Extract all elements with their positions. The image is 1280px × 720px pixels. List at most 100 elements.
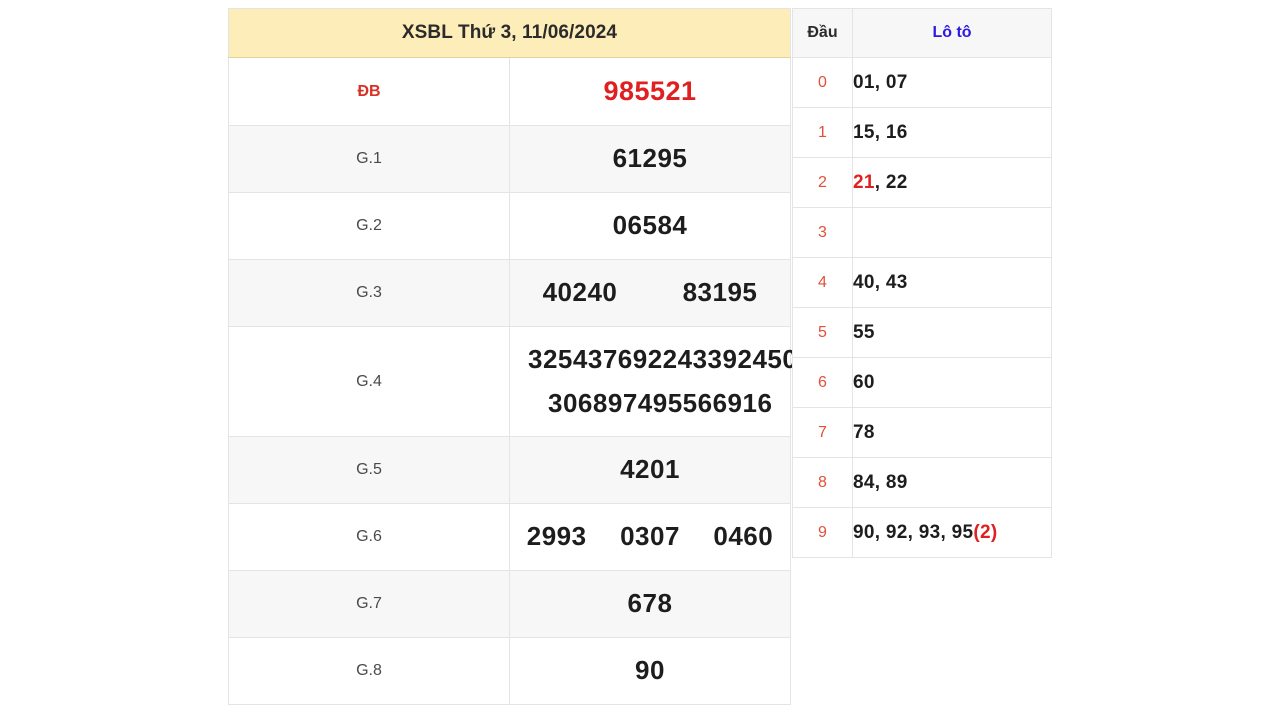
loto-dau-value: 1 bbox=[792, 107, 853, 158]
loto-header-dau: Đầu bbox=[792, 8, 853, 58]
prize-rows-container: ĐB 985521 G.1 61295 G.2 06584 G.3 40240 83195 G.4… bbox=[228, 57, 827, 705]
loto-numbers: 15, 16 bbox=[852, 107, 1052, 158]
loto-row: 8 84, 89 bbox=[792, 457, 1052, 508]
prize-values: 985521 bbox=[509, 57, 791, 126]
loto-dau-value: 2 bbox=[792, 157, 853, 208]
loto-rest-numbers: , 22 bbox=[874, 171, 908, 193]
prize-values: 06584 bbox=[509, 192, 791, 260]
loto-number-text: 90, 92, 93, 95 bbox=[853, 521, 974, 543]
prize-number: 4201 bbox=[620, 454, 680, 485]
prize-number: 61295 bbox=[612, 143, 688, 174]
prize-number: 83195 bbox=[682, 277, 758, 308]
prize-number-line: 678 bbox=[510, 588, 790, 619]
prize-number-line: 90 bbox=[510, 655, 790, 686]
loto-row: 9 90, 92, 93, 95(2) bbox=[792, 507, 1052, 558]
loto-highlight-number: 21 bbox=[853, 171, 875, 193]
result-header-row: XSBL Thứ 3, 11/06/2024 bbox=[228, 8, 791, 58]
loto-header-row: Đầu Lô tô bbox=[792, 8, 1052, 58]
loto-dau-value: 9 bbox=[792, 507, 853, 558]
loto-row: 2 21, 22 bbox=[792, 157, 1052, 208]
loto-duplicate-count: (2) bbox=[973, 521, 998, 543]
loto-dau-value: 4 bbox=[792, 257, 853, 308]
prize-label: G.6 bbox=[228, 503, 510, 571]
prize-number-line: 2993 0307 0460 bbox=[510, 521, 790, 552]
loto-number-text: 55 bbox=[853, 321, 875, 343]
prize-number: 66916 bbox=[697, 387, 773, 418]
loto-numbers: 01, 07 bbox=[852, 57, 1052, 108]
prize-label: ĐB bbox=[228, 57, 510, 126]
prize-values: 32543 76922 43392 45015 30689 74955 66916 bbox=[509, 326, 827, 437]
prize-number-line: 30689 74955 66916 bbox=[510, 387, 790, 419]
loto-row: 7 78 bbox=[792, 407, 1052, 458]
loto-number-text: 15, 16 bbox=[853, 121, 908, 143]
loto-row: 5 55 bbox=[792, 307, 1052, 358]
loto-dau-value: 8 bbox=[792, 457, 853, 508]
prize-label: G.3 bbox=[228, 259, 510, 327]
prize-values: 2993 0307 0460 bbox=[509, 503, 791, 571]
prize-number: 678 bbox=[627, 588, 673, 619]
loto-dau-value: 0 bbox=[792, 57, 853, 108]
loto-numbers: 21, 22 bbox=[852, 157, 1052, 208]
prize-number: 40240 bbox=[542, 277, 618, 308]
prize-values: 4201 bbox=[509, 436, 791, 504]
prize-number: 76922 bbox=[602, 343, 678, 374]
prize-result-table: XSBL Thứ 3, 11/06/2024 ĐB 985521 G.1 61295 G… bbox=[228, 8, 827, 705]
prize-number: 32543 bbox=[528, 343, 603, 374]
loto-number-text: 84, 89 bbox=[853, 471, 908, 493]
loto-numbers: 55 bbox=[852, 307, 1052, 358]
loto-table-body: Đầu Lô tô bbox=[792, 8, 1052, 58]
loto-dau-value: 5 bbox=[792, 307, 853, 358]
prize-label: G.8 bbox=[228, 637, 510, 705]
prize-number-stack: 32543 76922 43392 45015 30689 74955 66916 bbox=[510, 341, 827, 423]
prize-number: 0307 bbox=[620, 521, 680, 552]
loto-row: 3 bbox=[792, 207, 1052, 258]
loto-row: 0 01, 07 bbox=[792, 57, 1052, 108]
loto-row: 1 15, 16 bbox=[792, 107, 1052, 158]
prize-number-line: 61295 bbox=[510, 143, 790, 174]
prize-label: G.2 bbox=[228, 192, 510, 260]
prize-row: G.6 2993 0307 0460 bbox=[228, 503, 791, 571]
prize-label: G.5 bbox=[228, 436, 510, 504]
prize-values: 90 bbox=[509, 637, 791, 705]
loto-number-text: 78 bbox=[853, 421, 875, 443]
prize-number: 90 bbox=[635, 655, 665, 686]
prize-number: 43392 bbox=[677, 343, 753, 374]
prize-number: 985521 bbox=[603, 75, 697, 106]
prize-row: G.5 4201 bbox=[228, 436, 791, 504]
result-page: XSBL Thứ 3, 11/06/2024 ĐB 985521 G.1 61295 G… bbox=[0, 0, 1280, 720]
loto-number-text: 40, 43 bbox=[853, 271, 908, 293]
loto-dau-value: 6 bbox=[792, 357, 853, 408]
loto-numbers bbox=[852, 207, 1052, 258]
loto-dau-value: 7 bbox=[792, 407, 853, 458]
prize-row: G.8 90 bbox=[228, 637, 791, 705]
prize-values: 40240 83195 bbox=[509, 259, 791, 327]
loto-number-text: 01, 07 bbox=[853, 71, 908, 93]
loto-numbers: 78 bbox=[852, 407, 1052, 458]
loto-numbers: 40, 43 bbox=[852, 257, 1052, 308]
page-title: XSBL Thứ 3, 11/06/2024 bbox=[228, 8, 791, 58]
prize-number-line: 985521 bbox=[510, 76, 790, 107]
prize-values: 61295 bbox=[509, 125, 791, 193]
prize-number: 30689 bbox=[548, 387, 623, 418]
prize-number-line: 40240 83195 bbox=[510, 277, 790, 308]
prize-number-line: 06584 bbox=[510, 210, 790, 241]
prize-number-line: 4201 bbox=[510, 454, 790, 485]
prize-row: G.3 40240 83195 bbox=[228, 259, 791, 327]
prize-row: G.7 678 bbox=[228, 570, 791, 638]
prize-number: 0460 bbox=[713, 521, 774, 552]
prize-number-line: 32543 76922 43392 45015 bbox=[510, 343, 827, 375]
loto-summary-table: Đầu Lô tô 0 01, 07 1 15, 16 2 21, 22 3 4 40, 43 5… bbox=[792, 8, 1052, 558]
loto-numbers: 84, 89 bbox=[852, 457, 1052, 508]
prize-row: ĐB 985521 bbox=[228, 57, 791, 126]
prize-label: G.1 bbox=[228, 125, 510, 193]
loto-numbers: 90, 92, 93, 95(2) bbox=[852, 507, 1052, 558]
prize-number: 2993 bbox=[526, 521, 587, 552]
loto-dau-value: 3 bbox=[792, 207, 853, 258]
loto-number-text: 60 bbox=[853, 371, 875, 393]
prize-row: G.1 61295 bbox=[228, 125, 791, 193]
loto-row: 4 40, 43 bbox=[792, 257, 1052, 308]
prize-values: 678 bbox=[509, 570, 791, 638]
prize-label: G.7 bbox=[228, 570, 510, 638]
loto-numbers: 60 bbox=[852, 357, 1052, 408]
prize-table-body: XSBL Thứ 3, 11/06/2024 bbox=[228, 8, 791, 58]
